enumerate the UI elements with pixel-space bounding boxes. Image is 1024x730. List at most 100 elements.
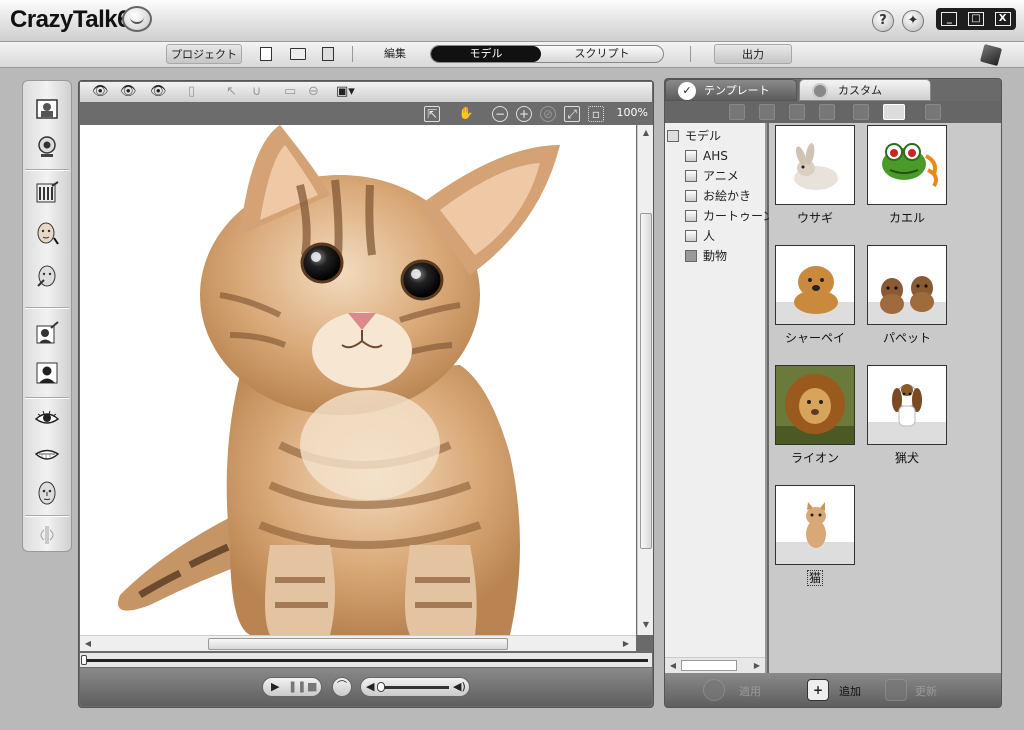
minimize-button[interactable]: _ [941, 12, 958, 26]
update-icon[interactable] [885, 679, 907, 701]
save-icon[interactable] [925, 104, 941, 120]
open-folder-icon[interactable] [290, 48, 306, 60]
image-adjust-icon[interactable] [33, 179, 61, 207]
model-canvas[interactable] [80, 125, 636, 635]
fit-window-icon[interactable]: ⇱ [424, 106, 440, 122]
folder-tree: モデル AHS アニメ お絵かき カートゥーン 人 動物 ◀ ▶ [665, 123, 774, 673]
horizontal-scrollbar[interactable]: ◀ ▶ [80, 635, 636, 651]
apply-label[interactable]: 適用 [739, 683, 761, 699]
tree-item-drawing[interactable]: お絵かき [685, 187, 751, 205]
thumbnail-hound[interactable] [867, 365, 947, 445]
open-folder-icon[interactable] [729, 104, 745, 120]
transport-controls: ▶ ❚❚ ■ [262, 677, 322, 697]
tree-item-cartoon[interactable]: カートゥーン [685, 207, 774, 225]
pan-hand-icon[interactable]: ✋ [458, 106, 474, 122]
tab-custom[interactable]: カスタム [799, 79, 931, 101]
face-fitting-icon[interactable] [33, 219, 61, 247]
add-icon[interactable]: + [807, 679, 829, 701]
menu-script[interactable]: スクリプト [541, 46, 663, 62]
menu-model[interactable]: モデル [431, 46, 541, 62]
tree-root-model[interactable]: モデル [667, 127, 721, 145]
basset-hound-image [868, 366, 946, 444]
tab-template[interactable]: ✓ テンプレート [665, 79, 797, 101]
help-button[interactable]: ? [872, 10, 894, 32]
close-button[interactable]: X [994, 12, 1011, 26]
delete-file-icon[interactable] [759, 104, 775, 120]
new-file-icon[interactable] [260, 47, 272, 61]
folder-icon [685, 230, 697, 242]
horizontal-scroll-thumb[interactable] [208, 638, 508, 650]
lasso-icon[interactable]: ∪ [252, 84, 262, 100]
thumbnail-frog[interactable] [867, 125, 947, 205]
stop-icon[interactable]: ■ [307, 680, 317, 693]
background-mask-icon[interactable] [33, 359, 61, 387]
webcam-icon[interactable] [33, 133, 61, 161]
page-icon[interactable]: ▯ [188, 84, 195, 100]
vertical-scroll-thumb[interactable] [640, 213, 652, 549]
cube-icon[interactable] [979, 43, 1003, 67]
vertical-scrollbar[interactable]: ▲ ▼ [637, 125, 653, 635]
tree-item-human[interactable]: 人 [685, 227, 715, 245]
mirror-icon[interactable] [33, 521, 61, 549]
tree-expand-icon[interactable] [667, 130, 679, 142]
zoom-in-icon[interactable]: + [516, 106, 532, 122]
eye-view-icon[interactable]: 👁 [92, 84, 109, 100]
image-import-icon[interactable] [33, 95, 61, 123]
menu-project[interactable]: プロジェクト [166, 44, 242, 64]
volume-track[interactable] [379, 686, 449, 689]
paste-icon[interactable] [819, 104, 835, 120]
scroll-left-icon[interactable]: ◀ [82, 638, 94, 650]
thumbnail-puppet[interactable] [867, 245, 947, 325]
tree-horizontal-scrollbar[interactable]: ◀ ▶ [665, 657, 765, 673]
eye-wire-icon[interactable]: 👁 [120, 84, 137, 100]
mask-edit-icon[interactable] [33, 319, 61, 347]
frame-icon[interactable]: ▭ [284, 84, 296, 100]
tree-item-animal[interactable]: 動物 [685, 247, 727, 265]
scroll-right-icon[interactable]: ▶ [751, 660, 763, 672]
timeline[interactable] [80, 653, 652, 667]
view-mode-icon[interactable] [883, 104, 905, 120]
menu-edit[interactable]: 編集 [380, 44, 410, 64]
thumbnail-rabbit[interactable] [775, 125, 855, 205]
timeline-handle[interactable] [81, 655, 87, 665]
head-3d-icon[interactable] [33, 479, 61, 507]
thumbnail-lion[interactable] [775, 365, 855, 445]
loop-icon[interactable]: ⌒ [332, 677, 352, 697]
menu-output[interactable]: 出力 [714, 44, 792, 64]
update-label[interactable]: 更新 [915, 683, 937, 699]
mouth-settings-icon[interactable] [33, 441, 61, 469]
add-label[interactable]: 追加 [839, 683, 861, 699]
scroll-down-icon[interactable]: ▼ [640, 619, 652, 631]
tree-root-label: モデル [685, 129, 722, 143]
maximize-button[interactable]: □ [967, 12, 984, 26]
timeline-track [84, 659, 648, 662]
tree-item-ahs[interactable]: AHS [685, 147, 728, 165]
tree-scroll-thumb[interactable] [681, 660, 737, 671]
eye-mesh-icon[interactable]: 👁 [150, 84, 167, 100]
zoom-out-icon[interactable]: − [492, 106, 508, 122]
thumbnail-sharpei[interactable] [775, 245, 855, 325]
face-orientation-icon[interactable] [33, 263, 61, 291]
select-arrow-icon[interactable]: ↖ [226, 84, 237, 100]
save-icon[interactable] [322, 47, 334, 61]
actual-size-icon[interactable]: ▫ [588, 106, 604, 122]
folder-icon [685, 190, 697, 202]
thumbnail-cat[interactable] [775, 485, 855, 565]
copy-icon[interactable] [789, 104, 805, 120]
scroll-right-icon[interactable]: ▶ [620, 638, 632, 650]
fit-all-icon[interactable]: ⤢ [564, 106, 580, 122]
scroll-up-icon[interactable]: ▲ [640, 127, 652, 139]
remove-icon[interactable] [853, 104, 869, 120]
wrench-icon[interactable]: ✦ [902, 10, 924, 32]
play-icon[interactable]: ▶ [271, 680, 279, 693]
scroll-left-icon[interactable]: ◀ [667, 660, 679, 672]
zoom-reset-icon[interactable]: ⊘ [540, 106, 556, 122]
mouth-view-icon[interactable]: ⊖ [308, 84, 319, 100]
apply-icon[interactable] [703, 679, 725, 701]
preview-mode-icon[interactable]: ▣▾ [336, 84, 355, 100]
pause-icon[interactable]: ❚❚ [288, 680, 306, 693]
tree-item-anime[interactable]: アニメ [685, 167, 739, 185]
eye-settings-icon[interactable] [33, 405, 61, 433]
volume-handle[interactable] [377, 682, 385, 692]
app-title: CrazyTalk6 [10, 6, 130, 33]
